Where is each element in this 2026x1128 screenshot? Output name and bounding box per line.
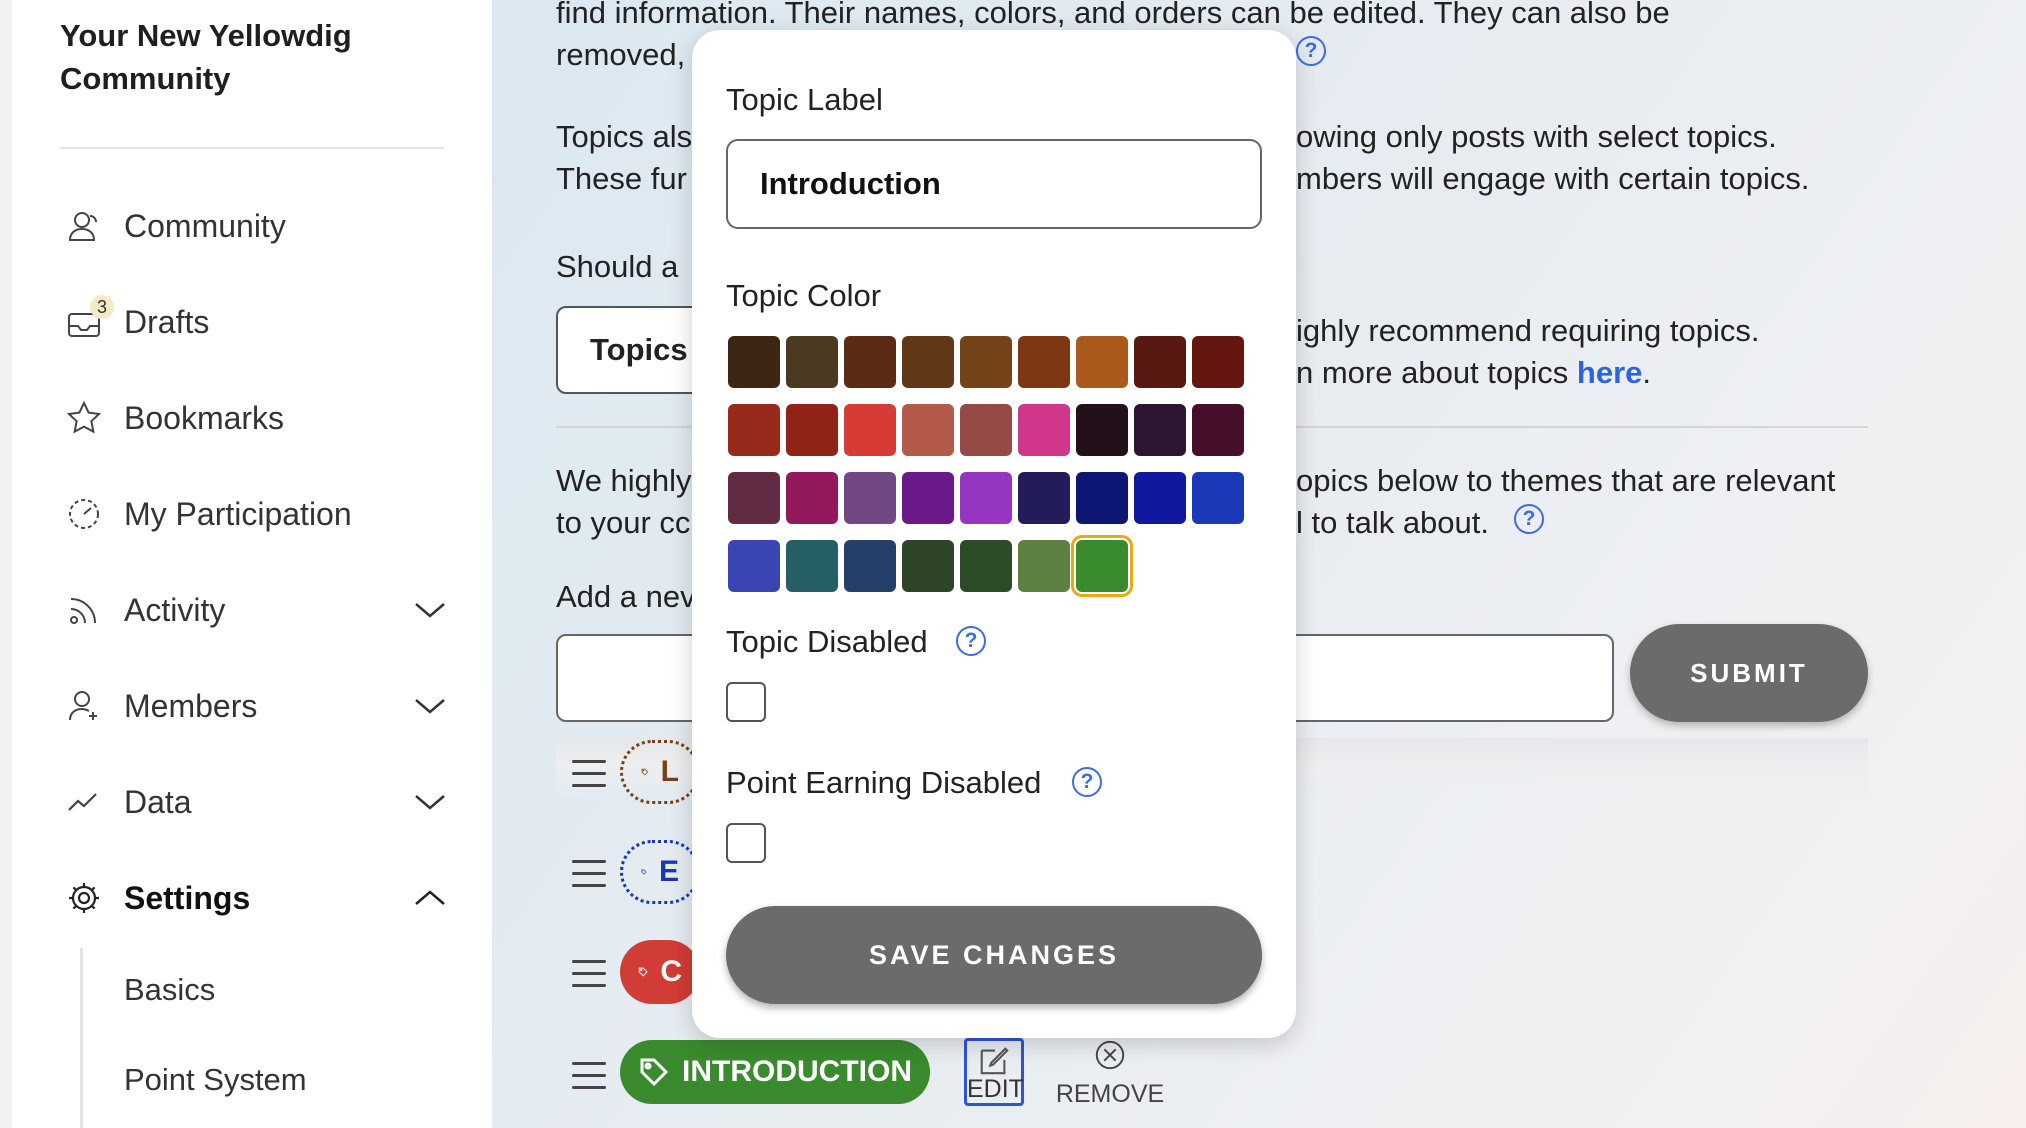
topics-recommendation: We highly xyxy=(556,463,692,498)
color-swatch[interactable] xyxy=(786,336,838,388)
help-icon[interactable]: ? xyxy=(1296,36,1326,66)
topics-description: removed, xyxy=(556,37,686,72)
help-icon[interactable]: ? xyxy=(1072,767,1102,797)
topic-pill[interactable]: L xyxy=(620,740,700,804)
color-swatch[interactable] xyxy=(1018,404,1070,456)
color-swatch[interactable] xyxy=(786,540,838,592)
remove-label: REMOVE xyxy=(1055,1080,1165,1108)
color-swatch[interactable] xyxy=(1018,540,1070,592)
color-swatch[interactable] xyxy=(844,540,896,592)
color-swatch[interactable] xyxy=(1076,404,1128,456)
topic-pill-label: INTRODUCTION xyxy=(682,1055,912,1088)
color-swatch[interactable] xyxy=(902,336,954,388)
topic-label-title: Topic Label xyxy=(726,82,883,117)
color-swatch[interactable] xyxy=(960,336,1012,388)
topics-recommendation: to your cc xyxy=(556,505,691,540)
color-swatch[interactable] xyxy=(960,472,1012,524)
topic-pill-label: C xyxy=(660,955,682,988)
topics-info: These fur xyxy=(556,161,687,196)
topic-pill[interactable]: C xyxy=(620,940,700,1004)
require-topics-question: Should a xyxy=(556,249,679,284)
recommend-text: ighly recommend requiring topics. xyxy=(1296,313,1760,348)
topics-info: mbers will engage with certain topics. xyxy=(1296,161,1810,196)
color-swatch[interactable] xyxy=(786,404,838,456)
color-swatch[interactable] xyxy=(728,540,780,592)
drag-handle-icon[interactable] xyxy=(572,1062,606,1090)
color-swatch[interactable] xyxy=(1134,336,1186,388)
topic-disabled-checkbox[interactable] xyxy=(726,682,766,722)
color-swatch[interactable] xyxy=(902,472,954,524)
color-swatch[interactable] xyxy=(1192,472,1244,524)
help-icon[interactable]: ? xyxy=(956,626,986,656)
color-swatch[interactable] xyxy=(1076,336,1128,388)
topic-pill-label: L xyxy=(660,755,679,788)
edit-label: EDIT xyxy=(967,1075,1024,1103)
pencil-icon xyxy=(980,1047,1009,1075)
topic-color-title: Topic Color xyxy=(726,278,882,313)
drag-handle-icon[interactable] xyxy=(572,860,606,888)
color-swatch[interactable] xyxy=(728,472,780,524)
color-swatch[interactable] xyxy=(1018,472,1070,524)
edit-topic-modal: Topic Label Introduction Topic Color Top… xyxy=(692,30,1296,1038)
color-swatch[interactable] xyxy=(1192,336,1244,388)
color-swatch[interactable] xyxy=(1134,472,1186,524)
color-swatch[interactable] xyxy=(844,404,896,456)
topics-info: Topics als xyxy=(556,119,693,154)
topics-recommendation: l to talk about. xyxy=(1296,505,1490,540)
drag-handle-icon[interactable] xyxy=(572,960,606,988)
point-earning-disabled-checkbox[interactable] xyxy=(726,823,766,863)
color-swatch[interactable] xyxy=(728,404,780,456)
topic-disabled-label: Topic Disabled xyxy=(726,624,928,659)
recommend-text-prefix: n more about topics xyxy=(1296,355,1577,390)
topics-description: find information. Their names, colors, a… xyxy=(556,0,1670,30)
color-swatch[interactable] xyxy=(1018,336,1070,388)
color-swatch-selected[interactable] xyxy=(1071,535,1133,597)
close-circle-icon xyxy=(1095,1040,1125,1070)
tag-icon xyxy=(640,1058,669,1087)
topics-info: owing only posts with select topics. xyxy=(1296,119,1777,154)
help-icon[interactable]: ? xyxy=(1514,504,1544,534)
remove-topic-button[interactable]: REMOVE xyxy=(1054,1038,1166,1108)
color-swatch[interactable] xyxy=(902,404,954,456)
color-swatch[interactable] xyxy=(728,336,780,388)
tag-icon xyxy=(641,869,647,875)
topics-help-link[interactable]: here xyxy=(1577,355,1642,390)
topic-pill[interactable]: E xyxy=(620,840,700,904)
submit-button[interactable]: SUBMIT xyxy=(1630,624,1868,722)
topic-label-input[interactable]: Introduction xyxy=(726,139,1262,229)
topics-recommendation: opics below to themes that are relevant xyxy=(1296,463,1836,498)
edit-topic-button[interactable]: EDIT xyxy=(964,1038,1024,1106)
drag-handle-icon[interactable] xyxy=(572,760,606,788)
color-swatch[interactable] xyxy=(960,404,1012,456)
tag-icon xyxy=(638,967,648,977)
color-swatch[interactable] xyxy=(1192,404,1244,456)
color-swatch[interactable] xyxy=(1076,472,1128,524)
tag-icon xyxy=(641,768,649,776)
topic-pill-label: E xyxy=(658,855,679,888)
topic-pill-introduction[interactable]: INTRODUCTION xyxy=(620,1040,930,1104)
color-swatch[interactable] xyxy=(1134,404,1186,456)
color-swatch[interactable] xyxy=(960,540,1012,592)
save-changes-button[interactable]: SAVE CHANGES xyxy=(726,906,1262,1004)
color-swatch[interactable] xyxy=(844,336,896,388)
recommend-text-suffix: . xyxy=(1642,355,1651,390)
color-swatch[interactable] xyxy=(786,472,838,524)
recommend-text: n more about topics here. xyxy=(1296,352,1651,394)
color-swatch[interactable] xyxy=(844,472,896,524)
point-earning-disabled-label: Point Earning Disabled xyxy=(726,765,1042,800)
color-swatch[interactable] xyxy=(902,540,954,592)
add-topic-label: Add a nev xyxy=(556,579,696,614)
